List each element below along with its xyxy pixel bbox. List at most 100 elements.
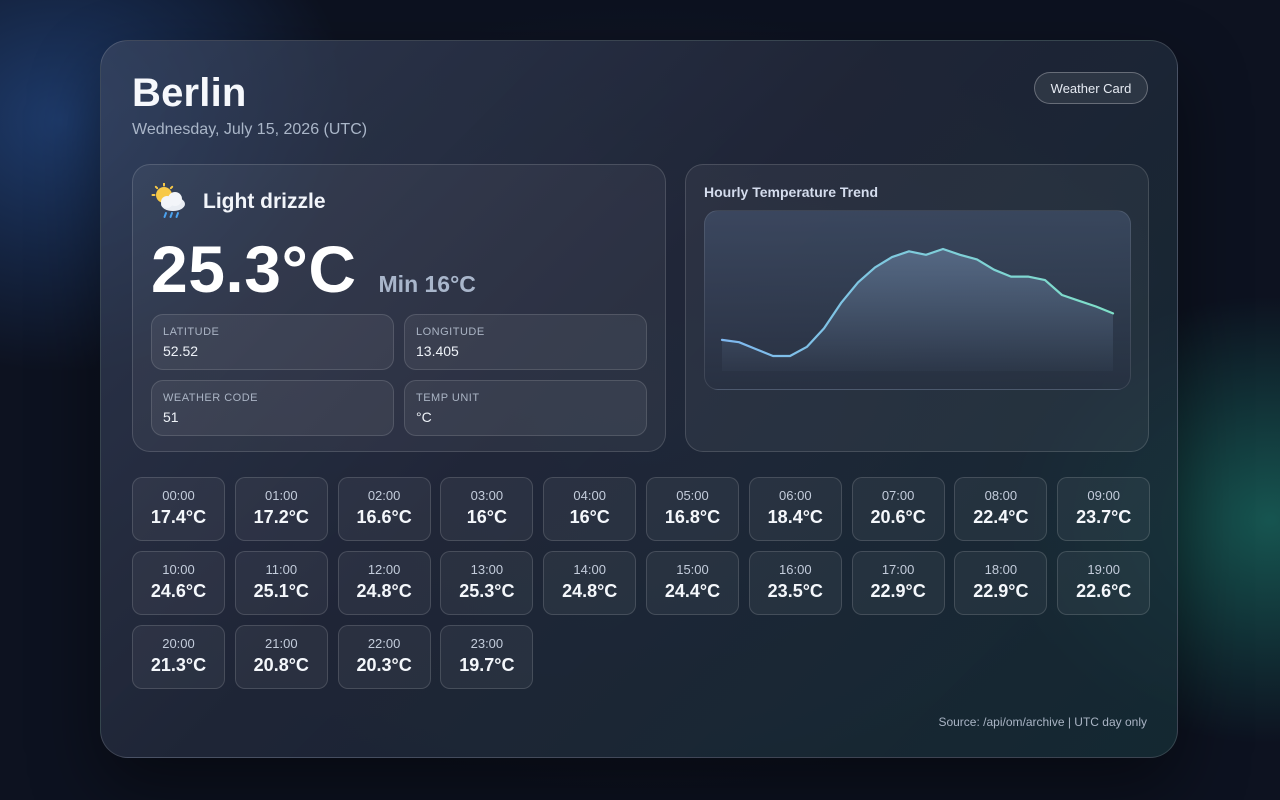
hour-tile: 11:00 25.1°C — [234, 551, 328, 615]
hour-time: 19:00 — [1087, 562, 1120, 577]
condition-text: Light drizzle — [203, 190, 326, 213]
hour-time: 07:00 — [881, 488, 915, 503]
hour-time: 23:00 — [470, 636, 504, 651]
hour-tile: 18:00 22.9°C — [954, 551, 1048, 615]
temperature-trend-panel: Hourly Temperature Trend — [685, 164, 1149, 452]
hour-time: 22:00 — [367, 636, 401, 651]
hour-time: 04:00 — [573, 488, 606, 503]
hour-time: 11:00 — [265, 562, 298, 577]
hour-time: 14:00 — [573, 562, 606, 577]
hour-tile: 02:00 16.6°C — [337, 477, 431, 541]
hour-temperature: 16°C — [466, 507, 507, 527]
weather-code-stat: WEATHER CODE 51 — [151, 380, 394, 436]
current-temperature: 25.3°C — [151, 232, 357, 306]
current-conditions-panel: Light drizzle 25.3°C Min 16°C LATITUDE 5… — [132, 164, 666, 452]
latitude-stat: LATITUDE 52.52 — [151, 314, 394, 370]
weather-card-badge: Weather Card — [1034, 72, 1148, 104]
hour-tile: 17:00 22.9°C — [851, 551, 945, 615]
temp-unit-stat: TEMP UNIT °C — [404, 380, 647, 436]
hour-time: 21:00 — [265, 636, 298, 651]
hour-temperature: 20.6°C — [870, 507, 926, 527]
weather-card: Berlin Wednesday, July 15, 2026 (UTC) We… — [100, 40, 1178, 758]
hour-temperature: 25.3°C — [459, 581, 515, 601]
hour-temperature: 16.8°C — [664, 507, 721, 527]
source-note: Source: /api/om/archive | UTC day only — [938, 715, 1147, 729]
hour-temperature: 22.9°C — [973, 581, 1029, 601]
stat-value: 51 — [163, 409, 179, 425]
hour-temperature: 20.8°C — [253, 655, 309, 675]
city-title: Berlin — [132, 71, 247, 115]
hour-temperature: 22.4°C — [973, 507, 1029, 527]
hour-tile: 22:00 20.3°C — [337, 625, 431, 689]
hour-temperature: 23.5°C — [767, 581, 823, 601]
hour-time: 03:00 — [470, 488, 504, 503]
hour-time: 08:00 — [984, 488, 1018, 503]
hour-temperature: 25.1°C — [253, 581, 309, 601]
trend-chart-box — [704, 210, 1131, 390]
sun-behind-rain-cloud-icon — [151, 182, 189, 221]
hour-temperature: 23.7°C — [1076, 507, 1132, 527]
hour-tile: 12:00 24.8°C — [337, 551, 431, 615]
stat-label: LATITUDE — [163, 326, 220, 338]
date-label: Wednesday, July 15, 2026 (UTC) — [132, 121, 368, 138]
hour-tile: 06:00 18.4°C — [748, 477, 842, 541]
stat-label: LONGITUDE — [416, 326, 485, 338]
hour-tile: 07:00 20.6°C — [851, 477, 945, 541]
hour-time: 00:00 — [162, 488, 195, 503]
hour-tile: 00:00 17.4°C — [132, 477, 225, 541]
hour-tile: 14:00 24.8°C — [543, 551, 637, 615]
hour-temperature: 21.3°C — [150, 655, 207, 675]
hour-time: 01:00 — [265, 488, 298, 503]
hour-tile: 23:00 19.7°C — [440, 625, 534, 689]
hour-tile: 03:00 16°C — [440, 477, 534, 541]
hour-temperature: 24.8°C — [356, 581, 412, 601]
hour-tile: 21:00 20.8°C — [234, 625, 328, 689]
hour-tile: 20:00 21.3°C — [132, 625, 225, 689]
hour-tile: 13:00 25.3°C — [440, 551, 534, 615]
hour-temperature: 17.2°C — [253, 507, 309, 527]
hour-tile: 09:00 23.7°C — [1057, 477, 1151, 541]
hour-time: 17:00 — [881, 562, 915, 577]
hour-temperature: 20.3°C — [356, 655, 412, 675]
hour-tile: 16:00 23.5°C — [748, 551, 842, 615]
hour-tile: 15:00 24.4°C — [646, 551, 739, 615]
temperature-row: 25.3°C Min 16°C — [151, 231, 476, 307]
hour-tile: 04:00 16°C — [543, 477, 637, 541]
hour-temperature: 24.6°C — [150, 581, 207, 601]
hour-temperature: 17.4°C — [150, 507, 207, 527]
longitude-stat: LONGITUDE 13.405 — [404, 314, 647, 370]
hour-tile: 08:00 22.4°C — [954, 477, 1048, 541]
hour-tile: 05:00 16.8°C — [646, 477, 739, 541]
trend-area — [722, 249, 1113, 371]
hour-tile: 10:00 24.6°C — [132, 551, 225, 615]
hour-temperature: 19.7°C — [459, 655, 515, 675]
hour-time: 16:00 — [779, 562, 812, 577]
hour-time: 20:00 — [162, 636, 195, 651]
hour-time: 12:00 — [367, 562, 401, 577]
hour-temperature: 24.4°C — [664, 581, 721, 601]
stat-label: WEATHER CODE — [163, 392, 259, 404]
stat-value: °C — [416, 409, 432, 425]
hour-time: 10:00 — [162, 562, 195, 577]
hour-temperature: 22.9°C — [870, 581, 926, 601]
hourly-grid: 00:00 17.4°C 01:00 17.2°C 02:00 16.6°C 03:00 16… — [132, 477, 1152, 689]
stat-value: 13.405 — [416, 343, 459, 359]
trend-title: Hourly Temperature Trend — [704, 184, 879, 200]
hour-temperature: 16.6°C — [356, 507, 412, 527]
hour-time: 13:00 — [470, 562, 504, 577]
hour-temperature: 22.6°C — [1076, 581, 1132, 601]
hour-tile: 19:00 22.6°C — [1057, 551, 1151, 615]
hour-time: 15:00 — [676, 562, 709, 577]
hour-time: 02:00 — [367, 488, 401, 503]
hour-time: 06:00 — [779, 488, 812, 503]
stat-value: 52.52 — [163, 343, 199, 359]
hour-time: 05:00 — [676, 488, 709, 503]
trend-chart — [720, 247, 1115, 371]
hour-temperature: 18.4°C — [767, 507, 823, 527]
hour-time: 18:00 — [984, 562, 1018, 577]
hour-temperature: 16°C — [569, 507, 610, 527]
min-temperature: Min 16°C — [378, 271, 476, 297]
stat-label: TEMP UNIT — [416, 392, 480, 404]
condition-row: Light drizzle — [151, 182, 326, 221]
hour-tile: 01:00 17.2°C — [234, 477, 328, 541]
